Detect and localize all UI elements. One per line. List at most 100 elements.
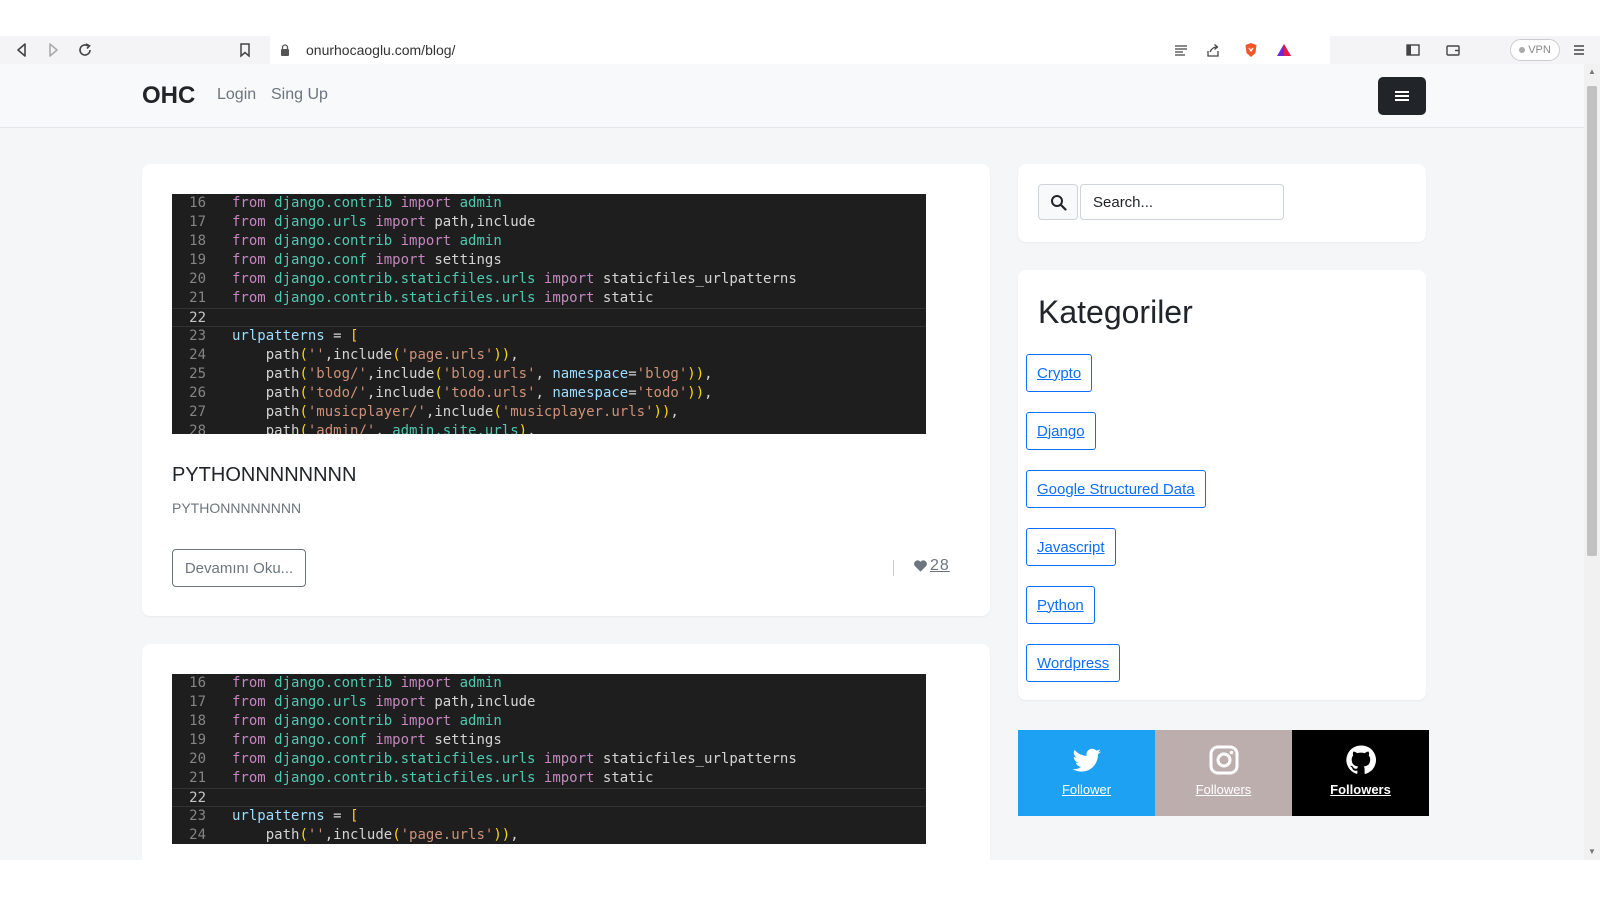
- code-line: 19 from django.conf import settings: [172, 251, 926, 270]
- line-number: 20: [189, 271, 206, 287]
- code-text: from django.contrib import admin: [232, 675, 502, 691]
- category-python[interactable]: Python: [1026, 586, 1095, 624]
- code-text: from django.contrib.staticfiles.urls imp…: [232, 290, 654, 306]
- code-lines: 16 from django.contrib import admin 17 from…: [172, 674, 926, 844]
- category-javascript[interactable]: Javascript: [1026, 528, 1116, 566]
- search-card: [1018, 164, 1426, 242]
- line-number: 19: [189, 252, 206, 268]
- code-text: from django.contrib import admin: [232, 233, 502, 249]
- navbar-toggle-button[interactable]: [1378, 77, 1426, 115]
- code-line: 18 from django.contrib import admin: [172, 232, 926, 251]
- code-text: from django.contrib.staticfiles.urls imp…: [232, 770, 654, 786]
- code-line: 17 from django.urls import path,include: [172, 693, 926, 712]
- code-line: 22: [172, 788, 926, 807]
- instagram-icon: [1209, 745, 1238, 775]
- page-viewport: OHC Login Sing Up 16 from django.contrib …: [0, 64, 1584, 860]
- post-title[interactable]: PYTHONNNNNNNN: [172, 464, 356, 487]
- vpn-button[interactable]: VPN: [1510, 39, 1560, 61]
- code-line: 22: [172, 308, 926, 327]
- code-line: 16 from django.contrib import admin: [172, 194, 926, 213]
- category-wordpress[interactable]: Wordpress: [1026, 644, 1121, 682]
- reload-icon[interactable]: [74, 36, 96, 64]
- like-button[interactable]: 28: [913, 557, 950, 575]
- line-number: 21: [189, 770, 206, 786]
- code-text: from django.conf import settings: [232, 252, 502, 268]
- github-label: Followers: [1330, 782, 1391, 797]
- code-text: path('musicplayer/',include('musicplayer…: [265, 404, 679, 420]
- scroll-thumb[interactable]: [1587, 86, 1597, 556]
- code-line: 21 from django.contrib.staticfiles.urls i…: [172, 289, 926, 308]
- code-text: path('',include('page.urls')),: [265, 827, 519, 843]
- code-text: from django.conf import settings: [232, 732, 502, 748]
- bookmark-icon[interactable]: [234, 36, 256, 64]
- code-line: 19 from django.conf import settings: [172, 731, 926, 750]
- brave-shield-icon[interactable]: [1240, 36, 1262, 64]
- code-text: path('admin/', admin.site.urls),: [265, 423, 536, 434]
- code-line: 24 path('',include('page.urls')),: [172, 346, 926, 365]
- nav-login-link[interactable]: Login: [217, 86, 256, 104]
- site-navbar: OHC Login Sing Up: [0, 64, 1584, 128]
- code-line: 28 path('admin/', admin.site.urls),: [172, 422, 926, 434]
- code-text: from django.urls import path,include: [232, 694, 536, 710]
- code-text: from django.contrib.staticfiles.urls imp…: [232, 271, 797, 287]
- code-line: 25 path('blog/',include('blog.urls', nam…: [172, 365, 926, 384]
- code-line: 17 from django.urls import path,include: [172, 213, 926, 232]
- category-crypto[interactable]: Crypto: [1026, 354, 1093, 392]
- line-number: 27: [189, 404, 206, 420]
- github-follow-box[interactable]: Followers: [1292, 730, 1429, 816]
- browser-titlebar: [0, 0, 1600, 36]
- code-text: from django.contrib import admin: [232, 195, 502, 211]
- page-scrollbar[interactable]: ▲ ▼: [1584, 64, 1600, 860]
- sidebar-icon[interactable]: [1402, 36, 1424, 64]
- code-line: 20 from django.contrib.staticfiles.urls i…: [172, 270, 926, 289]
- heart-icon: [914, 560, 927, 572]
- search-button[interactable]: [1038, 184, 1078, 220]
- post-excerpt: PYTHONNNNNNNN: [172, 500, 302, 516]
- category-django[interactable]: Django: [1026, 412, 1096, 450]
- line-number: 19: [189, 732, 206, 748]
- code-text: urlpatterns = [: [232, 328, 359, 344]
- line-number: 22: [189, 790, 206, 806]
- read-more-button[interactable]: Devamını Oku...: [172, 549, 306, 587]
- scroll-up-icon[interactable]: ▲: [1588, 68, 1596, 76]
- vpn-status-dot: [1519, 47, 1526, 53]
- github-icon: [1345, 745, 1376, 774]
- code-line: 16 from django.contrib import admin: [172, 674, 926, 693]
- instagram-label: Followers: [1195, 782, 1252, 797]
- line-number: 23: [189, 328, 206, 344]
- divider: [893, 560, 894, 576]
- wallet-icon[interactable]: [1442, 36, 1464, 64]
- share-icon[interactable]: [1202, 36, 1224, 64]
- line-number: 17: [189, 694, 206, 710]
- search-input[interactable]: [1080, 184, 1284, 220]
- line-number: 18: [189, 713, 206, 729]
- browser-menu-icon[interactable]: [1568, 36, 1590, 64]
- lock-icon: [281, 44, 289, 56]
- blog-post-card: 16 from django.contrib import admin 17 from…: [142, 644, 990, 860]
- post-code-image[interactable]: 16 from django.contrib import admin 17 from…: [172, 674, 926, 844]
- line-number: 16: [189, 195, 206, 211]
- code-line: 23 urlpatterns = [: [172, 807, 926, 826]
- forward-icon[interactable]: [42, 36, 64, 64]
- site-brand[interactable]: OHC: [142, 82, 195, 110]
- code-text: from django.urls import path,include: [232, 214, 536, 230]
- code-line: 23 urlpatterns = [: [172, 327, 926, 346]
- code-lines: 16 from django.contrib import admin 17 from…: [172, 194, 926, 434]
- twitter-follow-box[interactable]: Follower: [1018, 730, 1155, 816]
- twitter-label: Follower: [1061, 782, 1112, 797]
- code-text: from django.contrib.staticfiles.urls imp…: [232, 751, 797, 767]
- instagram-follow-box[interactable]: Followers: [1155, 730, 1292, 816]
- category-google-structured-data[interactable]: Google Structured Data: [1026, 470, 1206, 508]
- nav-signup-link[interactable]: Sing Up: [271, 86, 328, 104]
- scroll-down-icon[interactable]: ▼: [1588, 848, 1596, 856]
- code-line: 20 from django.contrib.staticfiles.urls i…: [172, 750, 926, 769]
- vpn-label: VPN: [1528, 44, 1551, 56]
- reader-mode-icon[interactable]: [1170, 36, 1192, 64]
- brave-rewards-icon[interactable]: [1273, 36, 1295, 64]
- back-icon[interactable]: [11, 36, 33, 64]
- blog-post-card: 16 from django.contrib import admin 17 from…: [142, 164, 990, 616]
- url-text: onurhocaoglu.com/blog/: [306, 42, 456, 58]
- post-code-image[interactable]: 16 from django.contrib import admin 17 from…: [172, 194, 926, 434]
- line-number: 24: [189, 827, 206, 843]
- browser-toolbar: onurhocaoglu.com/blog/ VPN: [0, 36, 1600, 64]
